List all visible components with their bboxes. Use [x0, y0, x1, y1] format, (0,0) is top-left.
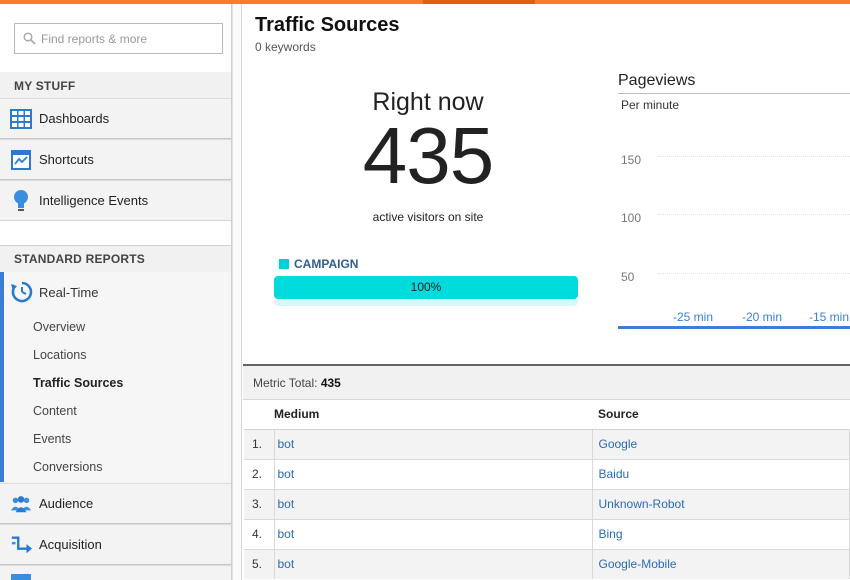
sidebar-item-next[interactable] [0, 565, 231, 580]
realtime-content-link[interactable]: Content [33, 404, 77, 418]
sidebar-spacer [0, 220, 231, 246]
standard-reports-header: STANDARD REPORTS [14, 252, 145, 266]
realtime-overview-link[interactable]: Overview [33, 320, 85, 334]
sidebar-item-label: Acquisition [39, 537, 102, 552]
pageviews-y-tick: 100 [621, 211, 642, 225]
sidebar: MY STUFF Dashboards Shortcuts [0, 4, 232, 580]
page-title: Traffic Sources [255, 14, 400, 36]
row-number: 3. [244, 488, 275, 519]
dashboards-icon [10, 108, 32, 130]
active-visitors-count: 435 [362, 111, 494, 200]
pageviews-x-tick: -25 min [673, 310, 714, 324]
source-link[interactable]: Google [599, 437, 638, 451]
pageviews-subtitle: Per minute [621, 98, 680, 112]
sidebar-item-label: Intelligence Events [39, 193, 149, 208]
table-row: 5. bot Google-Mobile [244, 548, 850, 579]
my-stuff-header: MY STUFF [14, 79, 76, 93]
sidebar-item-label: Dashboards [39, 111, 110, 126]
table-header-index [244, 400, 274, 430]
traffic-sources-table: Medium Source 1. bot Google 2. bot Baidu… [244, 400, 850, 579]
row-number: 2. [244, 458, 275, 489]
table-header-row: Medium Source [244, 400, 850, 430]
shortcuts-icon [10, 149, 32, 171]
audience-icon [10, 493, 32, 515]
medium-link[interactable]: bot [278, 497, 295, 511]
pageviews-x-tick: -15 min [809, 310, 850, 324]
campaign-swatch [279, 259, 289, 269]
table-row: 4. bot Bing [244, 518, 850, 549]
acquisition-icon [10, 534, 32, 556]
main-content: Traffic Sources 0 keywords Right now 435… [243, 4, 850, 580]
search-icon [23, 32, 36, 45]
lightbulb-icon [10, 189, 32, 212]
sidebar-item-acquisition[interactable]: Acquisition [0, 524, 231, 565]
table-row: 3. bot Unknown-Robot [244, 488, 850, 519]
campaign-label: CAMPAIGN [294, 257, 359, 271]
page-subtitle: 0 keywords [255, 40, 316, 54]
column-header-medium[interactable]: Medium [274, 400, 592, 430]
pageviews-y-tick: 50 [621, 270, 635, 284]
realtime-locations-link[interactable]: Locations [33, 348, 87, 362]
metric-total-value: 435 [320, 376, 341, 390]
metric-total-label: Metric Total: [253, 376, 318, 390]
source-link[interactable]: Unknown-Robot [599, 497, 685, 511]
row-number: 5. [244, 548, 275, 579]
table-row: 2. bot Baidu [244, 458, 850, 489]
medium-link[interactable]: bot [278, 557, 295, 571]
source-link[interactable]: Baidu [599, 467, 630, 481]
campaign-legend: CAMPAIGN [279, 257, 358, 271]
search-box[interactable] [14, 23, 223, 54]
campaign-bar-shadow [274, 300, 578, 306]
sidebar-item-audience[interactable]: Audience [0, 483, 231, 524]
table-row: 1. bot Google [244, 428, 850, 459]
realtime-events-link[interactable]: Events [33, 432, 71, 446]
source-link[interactable]: Bing [599, 527, 623, 541]
sidebar-item-label: Real-Time [39, 284, 99, 300]
row-number: 1. [244, 428, 275, 459]
pageviews-x-axis [618, 326, 850, 329]
sidebar-resize-handle[interactable] [232, 4, 242, 580]
pageviews-gridline [658, 273, 850, 274]
row-number: 4. [244, 518, 275, 549]
medium-link[interactable]: bot [278, 527, 295, 541]
sidebar-item-label: Audience [39, 496, 94, 511]
sidebar-item-dashboards[interactable]: Dashboards [0, 98, 231, 139]
pageviews-title-rule [618, 93, 850, 94]
realtime-clock-icon [10, 280, 34, 304]
realtime-conversions-link[interactable]: Conversions [33, 460, 102, 474]
sidebar-item-intelligence-events[interactable]: Intelligence Events [0, 180, 231, 221]
sidebar-item-label: Shortcuts [39, 152, 94, 167]
realtime-section: Real-Time Overview Locations Traffic Sou… [0, 272, 231, 482]
pageviews-x-tick: -20 min [742, 310, 783, 324]
campaign-bar: 100% [274, 276, 578, 299]
medium-link[interactable]: bot [278, 437, 295, 451]
behavior-icon [10, 564, 32, 580]
active-visitors-caption: active visitors on site [372, 210, 484, 224]
column-header-source[interactable]: Source [592, 400, 850, 430]
pageviews-gridline [658, 156, 850, 157]
search-input[interactable] [41, 31, 211, 46]
sidebar-item-realtime[interactable]: Real-Time [10, 278, 98, 306]
realtime-traffic-sources-link[interactable]: Traffic Sources [33, 376, 123, 390]
medium-link[interactable]: bot [278, 467, 295, 481]
search-area [0, 4, 231, 72]
metric-total: Metric Total: 435 [253, 376, 341, 390]
pageviews-y-tick: 150 [621, 153, 642, 167]
pageviews-title: Pageviews [618, 72, 696, 89]
sidebar-item-shortcuts[interactable]: Shortcuts [0, 139, 231, 180]
metric-total-bar: Metric Total: 435 [243, 364, 850, 400]
source-link[interactable]: Google-Mobile [599, 557, 677, 571]
pageviews-gridline [658, 214, 850, 215]
